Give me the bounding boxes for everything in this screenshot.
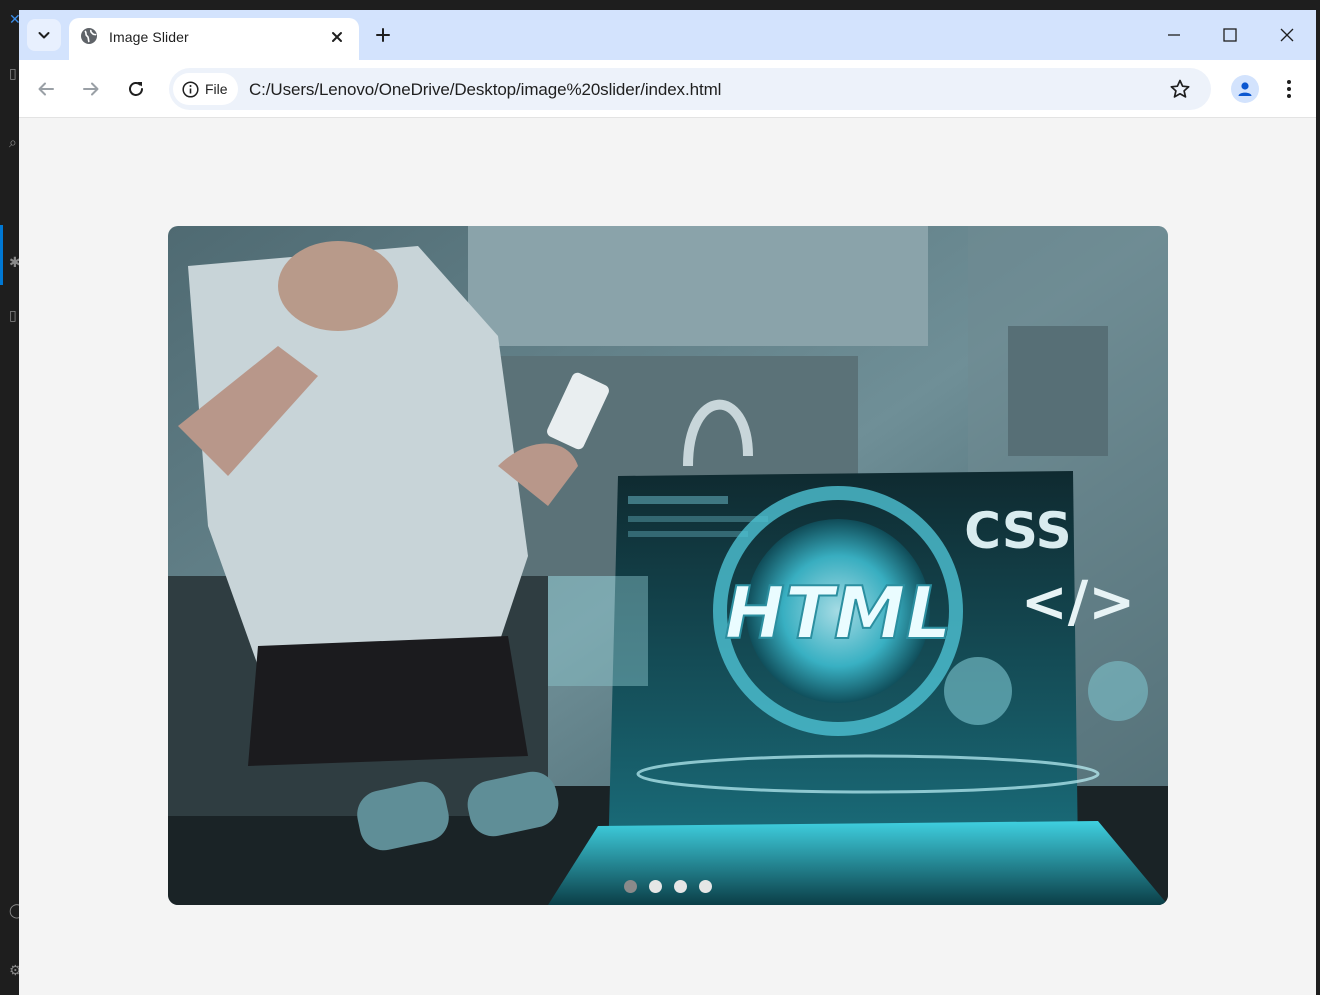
tab-image-slider[interactable]: Image Slider	[69, 18, 359, 60]
files-icon: ▯	[9, 66, 17, 82]
html-text: HTML	[725, 571, 952, 655]
reload-icon	[129, 82, 143, 96]
browser-window: Image Slider File C:/Users/Lenovo/OneDri…	[19, 10, 1316, 995]
css-text: CSS	[964, 502, 1071, 560]
browser-toolbar: File C:/Users/Lenovo/OneDrive/Desktop/im…	[19, 60, 1316, 118]
background-top	[19, 0, 1320, 10]
slide-image: HTML CSS </>	[168, 226, 1168, 905]
background-app-sidebar: ✕ ▯ ⌕ ✱ ▯ ◯ ⚙	[0, 0, 25, 995]
chevron-down-icon	[38, 32, 50, 39]
window-close-button[interactable]	[1272, 20, 1302, 50]
site-info-label: File	[205, 81, 228, 97]
code-tag-text: </>	[1021, 570, 1135, 635]
close-icon	[1280, 28, 1294, 42]
star-icon[interactable]	[1169, 78, 1191, 100]
background-right	[1316, 0, 1320, 995]
page-viewport: HTML CSS </>	[19, 119, 1316, 995]
plus-icon	[376, 28, 390, 42]
maximize-icon	[1223, 28, 1237, 42]
person-icon	[1238, 82, 1252, 96]
slider-dot-4[interactable]	[699, 880, 712, 893]
search-icon: ⌕	[9, 135, 17, 151]
forward-button[interactable]	[77, 75, 105, 103]
minimize-button[interactable]	[1159, 20, 1189, 50]
site-info-chip[interactable]: File	[173, 73, 238, 105]
address-bar[interactable]: File C:/Users/Lenovo/OneDrive/Desktop/im…	[169, 68, 1211, 110]
active-indicator	[0, 225, 3, 285]
profile-button[interactable]	[1231, 75, 1259, 103]
tab-strip: Image Slider	[19, 10, 1316, 60]
browser-menu-button[interactable]	[1277, 75, 1301, 103]
three-dots-icon	[1287, 80, 1291, 98]
close-icon	[332, 32, 342, 42]
slider-dot-1[interactable]	[624, 880, 637, 893]
new-tab-button[interactable]	[371, 23, 395, 47]
tab-search-button[interactable]	[27, 19, 61, 51]
minimize-icon	[1168, 34, 1180, 36]
globe-icon	[81, 28, 97, 44]
url-text[interactable]: C:/Users/Lenovo/OneDrive/Desktop/image%2…	[249, 80, 721, 100]
back-button[interactable]	[32, 75, 60, 103]
maximize-button[interactable]	[1215, 20, 1245, 50]
reload-button[interactable]	[122, 75, 150, 103]
slider-dot-3[interactable]	[674, 880, 687, 893]
slider-pagination	[168, 880, 1168, 893]
tab-close-button[interactable]	[327, 27, 347, 47]
image-slider[interactable]: HTML CSS </>	[168, 226, 1168, 905]
panel-icon: ▯	[9, 308, 17, 324]
forward-arrow-icon	[83, 82, 99, 96]
back-arrow-icon	[38, 82, 54, 96]
tab-title: Image Slider	[109, 29, 189, 45]
info-icon	[182, 80, 199, 98]
slider-dot-2[interactable]	[649, 880, 662, 893]
